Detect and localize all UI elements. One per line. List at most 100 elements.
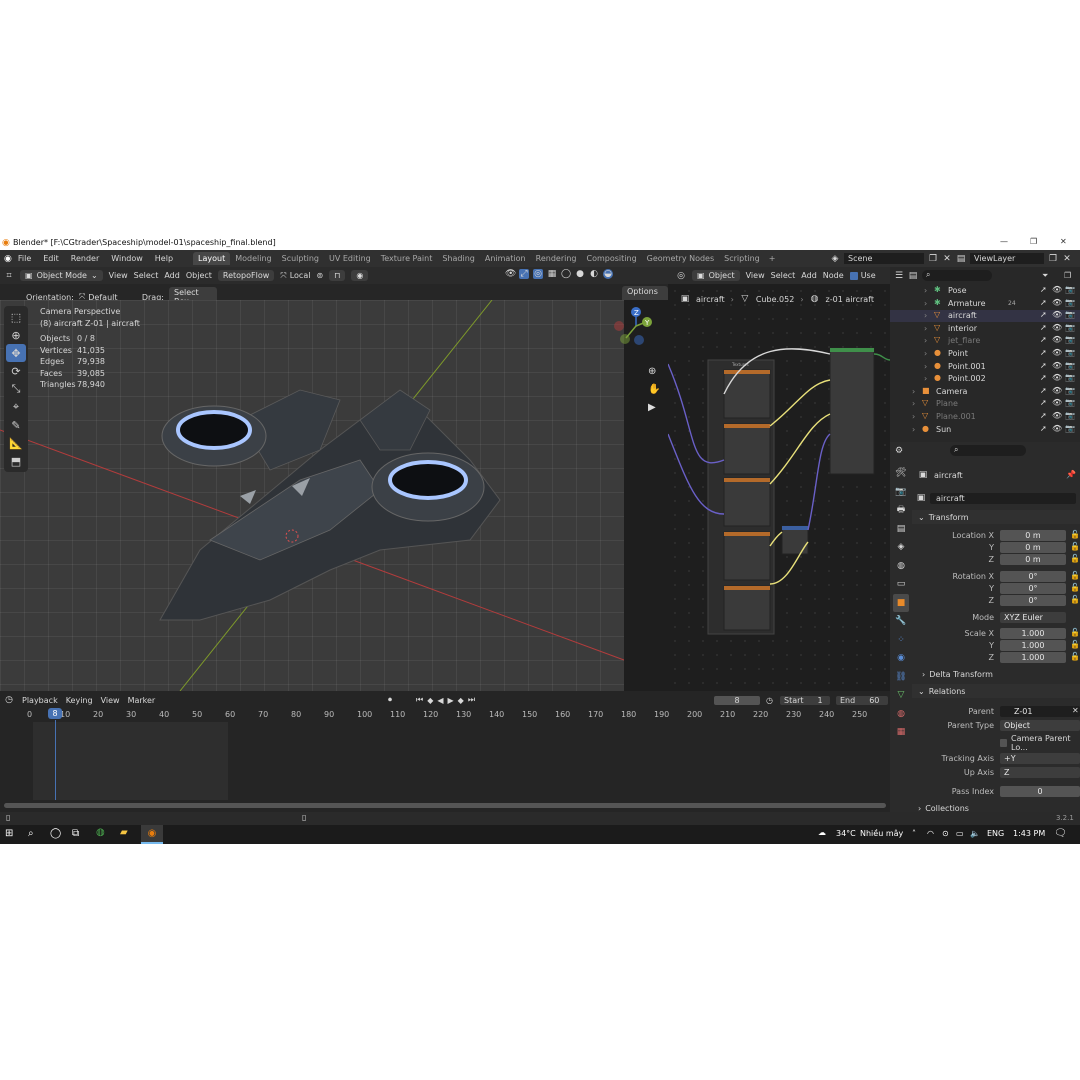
lock-icon[interactable]: 🔓 (1070, 595, 1080, 604)
pivot-icon[interactable]: ⊚ (316, 271, 323, 280)
delta-transform-header[interactable]: › Delta Transform (922, 670, 993, 679)
snap-icon[interactable]: ⊓ (329, 270, 346, 281)
world-tab-icon[interactable]: ◍ (893, 557, 909, 576)
expand-icon[interactable]: › (924, 324, 927, 333)
record-icon[interactable]: ⏺ (388, 695, 392, 705)
modifiers-tab-icon[interactable]: 🔧 (893, 612, 909, 631)
rotation-y-field[interactable]: 0° (1000, 583, 1066, 594)
outliner-item-plane-001[interactable]: › ▽ Plane.001 ➚ 👁 📷 (890, 411, 1080, 423)
rotate-tool-icon[interactable]: ⟳ (6, 362, 26, 380)
volume-icon[interactable]: 🔈 (970, 829, 980, 838)
annotate-tool-icon[interactable]: ✎ (6, 416, 26, 434)
select-menu[interactable]: Select (134, 271, 159, 280)
timeline-view-menu[interactable]: View (101, 696, 120, 705)
menu-item-help[interactable]: Help (155, 254, 173, 263)
rotation-z-field[interactable]: 0° (1000, 595, 1066, 606)
constraints-tab-icon[interactable]: ⛓ (893, 668, 909, 687)
system-tray-chevron-icon[interactable]: ˄ (912, 829, 916, 838)
select-toggle-icon[interactable]: ➚ (1040, 285, 1047, 294)
tab-shading[interactable]: Shading (437, 252, 480, 265)
search-icon[interactable]: ⌕ (28, 828, 34, 839)
expand-icon[interactable]: › (924, 336, 927, 345)
file-explorer-icon[interactable]: ▰ (120, 827, 128, 838)
browser-icon[interactable]: ◍ (96, 827, 105, 838)
node-node-menu[interactable]: Node (823, 271, 844, 280)
rotation-x-field[interactable]: 0° (1000, 571, 1066, 582)
windows-start-icon[interactable]: ⊞ (5, 828, 13, 839)
current-frame-field[interactable]: 8 (714, 695, 760, 705)
lock-icon[interactable]: 🔓 (1070, 583, 1080, 592)
render-camera-icon[interactable]: 📷 (1065, 424, 1075, 433)
proportional-icon[interactable]: ◉ (351, 270, 369, 281)
scale-y-field[interactable]: 1.000 (1000, 640, 1066, 651)
tab-layout[interactable]: Layout (193, 252, 231, 265)
lock-icon[interactable]: 🔓 (1070, 628, 1080, 637)
cursor-tool-icon[interactable]: ⊕ (6, 326, 26, 344)
expand-icon[interactable]: › (924, 374, 927, 383)
render-camera-icon[interactable]: 📷 (1065, 361, 1075, 370)
checkbox-icon[interactable] (1000, 739, 1007, 747)
new-scene-icon[interactable]: ❐ (928, 254, 938, 264)
checkbox-icon[interactable] (849, 271, 858, 280)
particles-tab-icon[interactable]: ⁘ (893, 631, 909, 650)
wireframe-shading-icon[interactable]: ◯ (561, 269, 571, 279)
outliner-type-icon[interactable]: ☰ (894, 271, 904, 281)
outliner-item-point-001[interactable]: › ● Point.001 ➚ 👁 📷 (890, 361, 1080, 373)
object-data-tab-icon[interactable]: ▽ (893, 686, 909, 705)
parent-field[interactable]: Z-01 (1000, 706, 1080, 717)
render-camera-icon[interactable]: 📷 (1065, 310, 1075, 319)
playback-menu[interactable]: Playback (22, 696, 58, 705)
select-toggle-icon[interactable]: ➚ (1040, 335, 1047, 344)
render-camera-icon[interactable]: 📷 (1065, 348, 1075, 357)
timeline-type-icon[interactable]: ◷ (4, 695, 14, 705)
battery-icon[interactable]: ▭ (956, 829, 964, 838)
properties-search-input[interactable]: ⌕ (950, 445, 1026, 456)
weather-icon[interactable]: ☁ (818, 828, 826, 837)
transform-orientation[interactable]: ⤧ Local (280, 271, 310, 281)
outliner-search-input[interactable]: ⌕ (922, 270, 992, 281)
scene-tab-icon[interactable]: ◈ (893, 538, 909, 557)
filter-icon[interactable]: ⏷ (1042, 271, 1048, 281)
render-camera-icon[interactable]: 📷 (1065, 285, 1075, 294)
expand-icon[interactable]: › (912, 412, 915, 421)
input-language[interactable]: ENG (987, 829, 1004, 838)
expand-icon[interactable]: › (924, 299, 927, 308)
play-icon[interactable]: ▶ (448, 696, 454, 705)
camera-parent-lock-checkbox[interactable]: Camera Parent Lo... (1000, 734, 1080, 752)
visibility-eye-icon[interactable]: 👁 (1052, 285, 1062, 294)
expand-icon[interactable]: › (912, 387, 915, 396)
object-menu[interactable]: Object (186, 271, 212, 280)
select-toggle-icon[interactable]: ➚ (1040, 373, 1047, 382)
prev-keyframe-icon[interactable]: ◆ (427, 696, 433, 705)
outliner-item-camera[interactable]: › ■ Camera ➚ 👁 📷 (890, 386, 1080, 398)
tab-geometry-nodes[interactable]: Geometry Nodes (642, 252, 719, 265)
shader-node-editor[interactable]: ▣ aircraft › ▽ Cube.052 › ◍ z-01 aircraf… (668, 284, 890, 691)
play-reverse-icon[interactable]: ◀ (437, 696, 443, 705)
use-nodes-toggle[interactable]: Use (849, 271, 876, 280)
new-viewlayer-icon[interactable]: ❐ (1048, 254, 1058, 264)
location-x-field[interactable]: 0 m (1000, 530, 1066, 541)
visibility-eye-icon[interactable]: 👁 (1052, 310, 1062, 319)
jump-start-icon[interactable]: ⏮ (416, 695, 423, 705)
visibility-eye-icon[interactable]: 👁 (1052, 386, 1062, 395)
delete-scene-icon[interactable]: ✕ (942, 254, 952, 264)
select-toggle-icon[interactable]: ➚ (1040, 386, 1047, 395)
select-tool-icon[interactable]: ⬚ (6, 308, 26, 326)
tab-texture-paint[interactable]: Texture Paint (376, 252, 438, 265)
network-icon[interactable]: ⊙ (942, 829, 949, 838)
render-camera-icon[interactable]: 📷 (1065, 335, 1075, 344)
editor-type-icon[interactable]: ⌗ (4, 271, 14, 281)
object-name-field[interactable]: ▣ aircraft (916, 492, 1076, 504)
tracking-axis-dropdown[interactable]: +Y (1000, 753, 1080, 764)
object-tab-icon[interactable]: ■ (893, 593, 909, 612)
keying-menu[interactable]: Keying (66, 696, 93, 705)
select-toggle-icon[interactable]: ➚ (1040, 348, 1047, 357)
visibility-eye-icon[interactable]: 👁 (1052, 361, 1062, 370)
tab-animation[interactable]: Animation (480, 252, 531, 265)
xray-icon[interactable]: ▦ (547, 269, 557, 279)
display-mode-icon[interactable]: ▤ (908, 271, 918, 281)
node-view-menu[interactable]: View (746, 271, 765, 280)
visibility-icon[interactable]: 👁 (505, 269, 516, 279)
viewlayer-name[interactable]: ViewLayer (970, 253, 1044, 264)
solid-shading-icon[interactable]: ● (575, 269, 585, 279)
